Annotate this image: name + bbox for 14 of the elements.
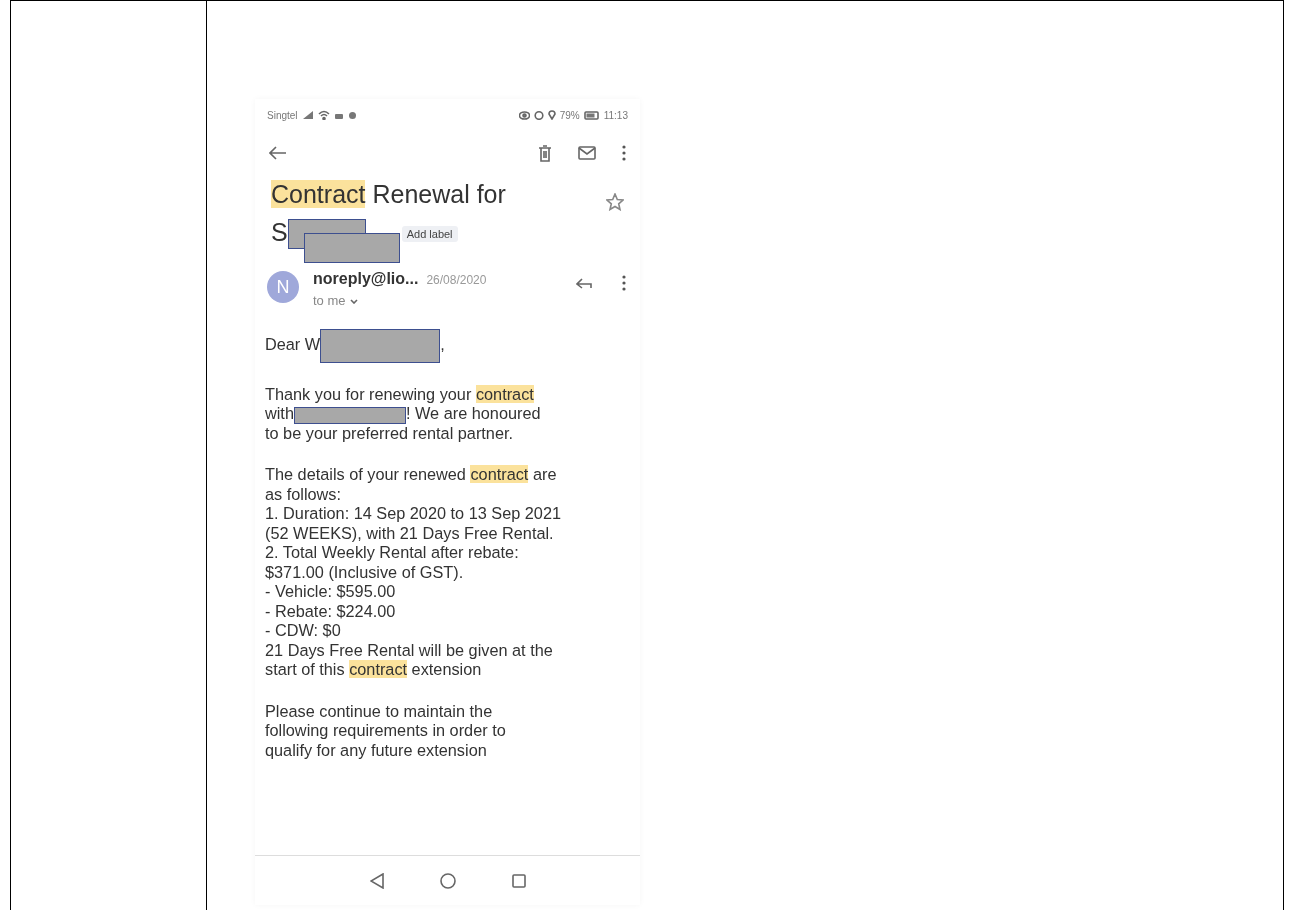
email-paragraph: The details of your renewed contract are as follows: 1. Duration: 14 Sep 2020 to 13 Sep 2021 (52 WEEKS), with 21 Days Free Rental. 2. Total Weekly Rental after rebate: $371.00 (Inclusive of GST). - Vehicle: $595.00 - Rebate: $224.00 - CDW: $0 21 Days Free Rental will be given at the start of this contract extension	[264, 465, 562, 680]
email-paragraph: Thank you for renewing your contract with ! We are honoured to be your preferred rental partner.	[264, 384, 542, 444]
sender-name: noreply@lio...	[313, 269, 419, 290]
subject-text: Contract Renewal for	[270, 179, 507, 210]
add-label-chip[interactable]: Add label	[401, 226, 458, 243]
avatar-circle: N	[267, 271, 299, 304]
clock-time: 11:13	[603, 108, 628, 123]
subject-text: S Add label	[255, 213, 606, 254]
email-paragraph: Dear W ,	[255, 328, 640, 363]
battery-percent: 79%	[559, 108, 580, 123]
sent-date: 26/08/2020	[426, 272, 487, 290]
recipient-text: to me	[313, 292, 346, 311]
email-paragraph: Please continue to maintain the following requirements in order to qualify for any future extension	[264, 701, 507, 761]
carrier-text: Singtel	[267, 108, 298, 123]
